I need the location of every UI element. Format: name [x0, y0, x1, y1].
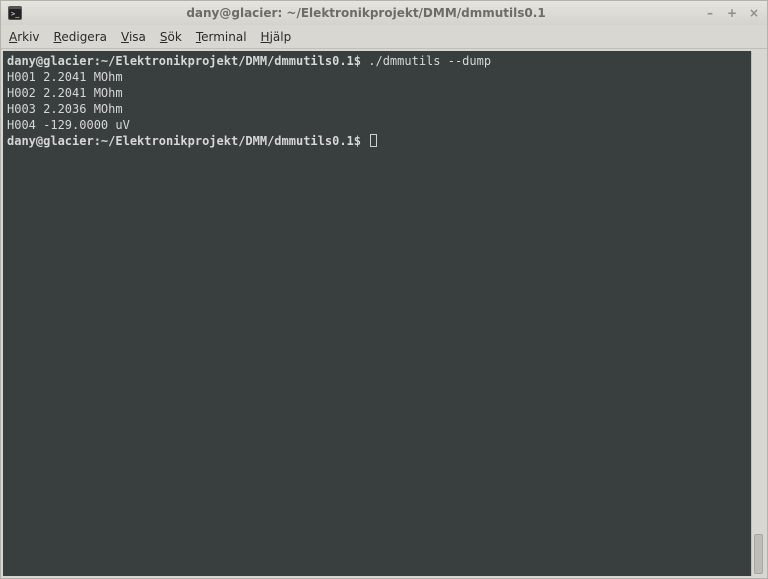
scroll-thumb[interactable]	[754, 534, 763, 574]
terminal-window: >_ dany@glacier: ~/Elektronikprojekt/DMM…	[0, 0, 768, 579]
output-line: H002 2.2041 MOhm	[7, 86, 123, 100]
menu-arkiv[interactable]: Arkiv	[9, 30, 40, 44]
menu-redigera[interactable]: Redigera	[54, 30, 107, 44]
scroll-track[interactable]	[752, 51, 765, 576]
command: ./dmmutils --dump	[368, 54, 491, 68]
terminal-area: dany@glacier:~/Elektronikprojekt/DMM/dmm…	[1, 49, 767, 578]
minimize-button[interactable]: –	[703, 6, 717, 20]
menu-hjalp[interactable]: Hjälp	[261, 30, 292, 44]
svg-text:>_: >_	[11, 10, 20, 18]
close-button[interactable]: ×	[747, 6, 761, 20]
output-line: H004 -129.0000 uV	[7, 118, 130, 132]
prompt: dany@glacier:~/Elektronikprojekt/DMM/dmm…	[7, 54, 361, 68]
output-line: H001 2.2041 MOhm	[7, 70, 123, 84]
menubar: Arkiv Redigera Visa Sök Terminal Hjälp	[1, 25, 767, 49]
menu-sok[interactable]: Sök	[160, 30, 182, 44]
maximize-button[interactable]: +	[725, 6, 739, 20]
titlebar[interactable]: >_ dany@glacier: ~/Elektronikprojekt/DMM…	[1, 1, 767, 25]
terminal[interactable]: dany@glacier:~/Elektronikprojekt/DMM/dmm…	[3, 51, 751, 576]
output-line: H003 2.2036 MOhm	[7, 102, 123, 116]
menu-visa[interactable]: Visa	[121, 30, 146, 44]
window-title: dany@glacier: ~/Elektronikprojekt/DMM/dm…	[29, 6, 703, 20]
window-controls: – + ×	[703, 6, 761, 20]
prompt: dany@glacier:~/Elektronikprojekt/DMM/dmm…	[7, 134, 361, 148]
terminal-icon: >_	[7, 5, 23, 21]
scrollbar[interactable]	[751, 51, 765, 576]
menu-terminal[interactable]: Terminal	[196, 30, 247, 44]
cursor-icon	[370, 134, 377, 147]
